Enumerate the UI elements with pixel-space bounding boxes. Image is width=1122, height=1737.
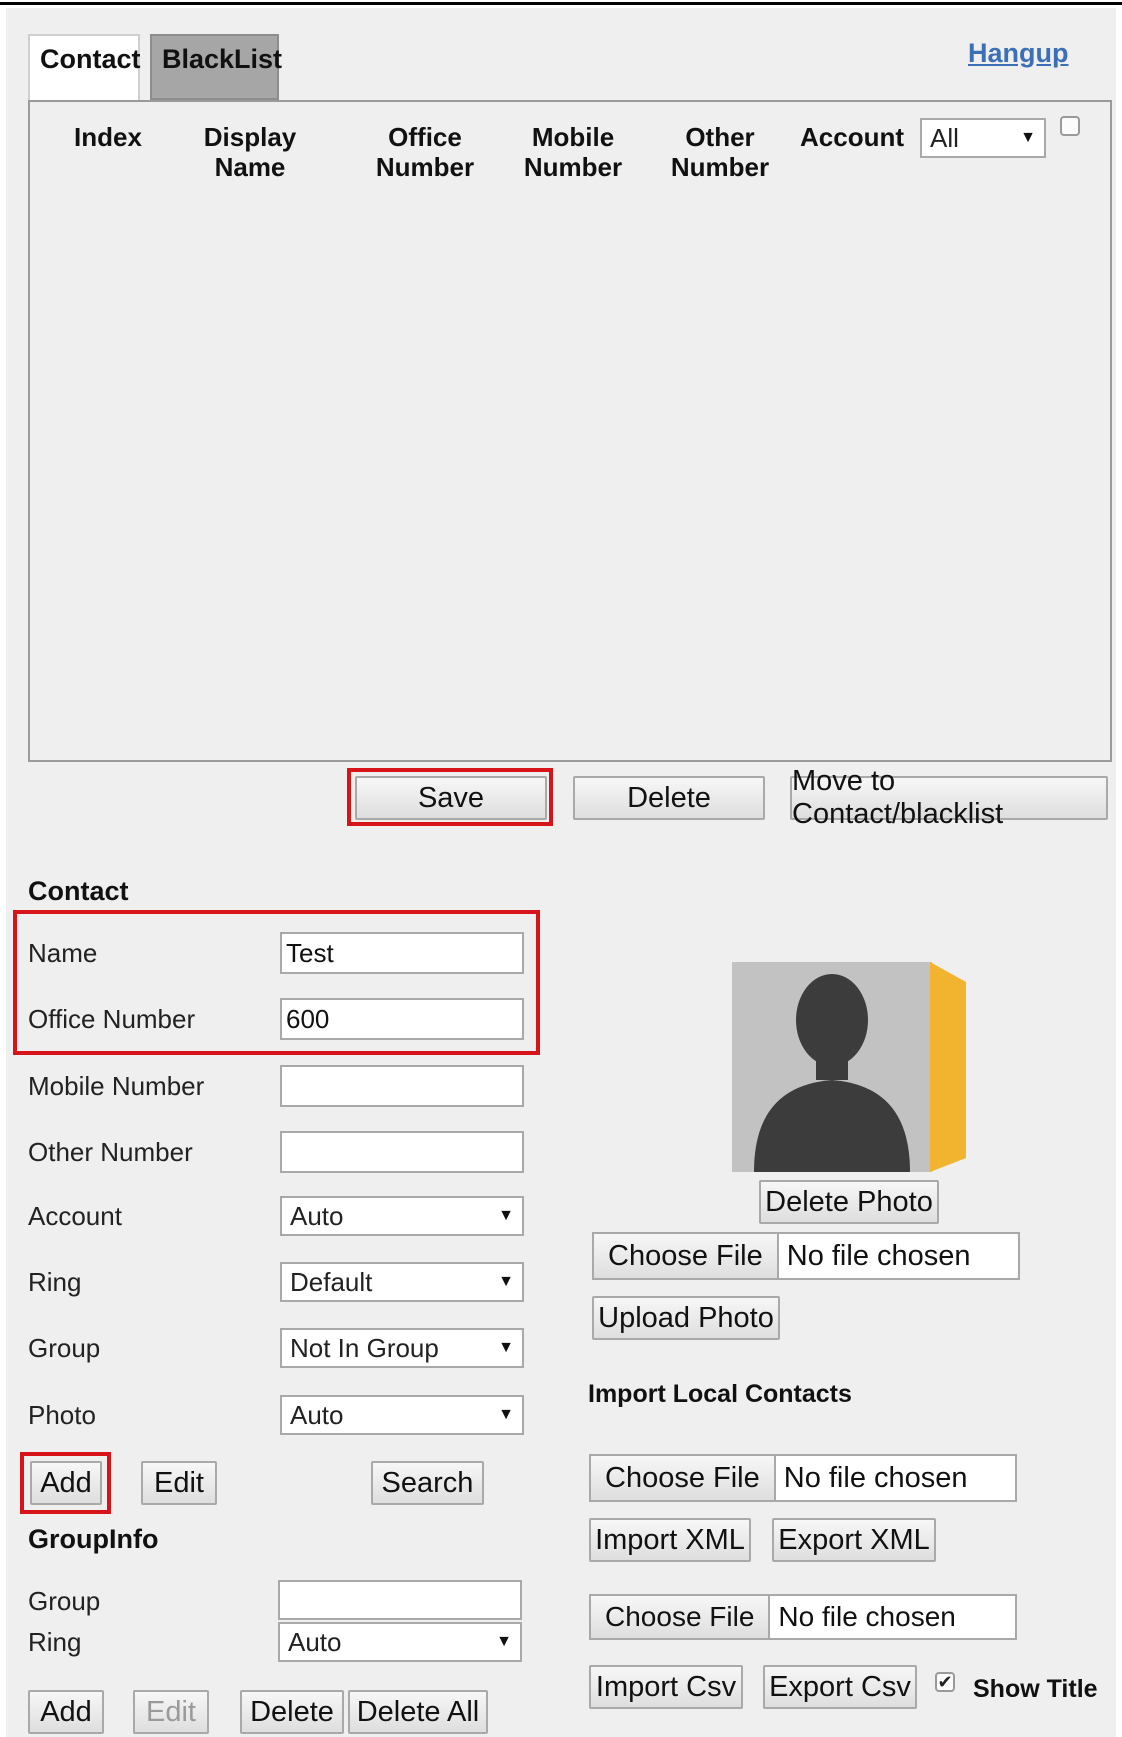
groupinfo-group-input[interactable]	[278, 1580, 522, 1620]
groupinfo-delete-all-button[interactable]: Delete All	[348, 1690, 488, 1734]
column-header-index: Index	[74, 122, 142, 152]
csv-file-input[interactable]: Choose File No file chosen	[589, 1594, 1017, 1640]
column-header-other-number: Other Number	[670, 122, 770, 182]
xml-choose-file-button[interactable]: Choose File	[591, 1456, 776, 1500]
search-contact-button[interactable]: Search	[371, 1461, 484, 1505]
groupinfo-edit-button[interactable]: Edit	[133, 1690, 209, 1734]
import-section-title: Import Local Contacts	[588, 1380, 852, 1408]
chevron-down-icon: ▼	[498, 1273, 514, 1290]
groupinfo-ring-label: Ring	[28, 1627, 82, 1657]
csv-no-file-text: No file chosen	[778, 1601, 956, 1632]
export-csv-button[interactable]: Export Csv	[763, 1665, 917, 1709]
move-to-contact-blacklist-button[interactable]: Move to Contact/blacklist	[790, 765, 1108, 830]
column-header-display-name: Display Name	[203, 122, 297, 182]
account-filter-select[interactable]: All ▼	[920, 118, 1046, 158]
chevron-down-icon: ▼	[498, 1207, 514, 1224]
import-xml-button[interactable]: Import XML	[589, 1518, 751, 1562]
photo-select-value: Auto	[290, 1399, 344, 1430]
show-title-label: Show Title	[973, 1675, 1098, 1703]
tab-contact[interactable]: Contact	[28, 34, 141, 104]
photo-select[interactable]: Auto ▼	[280, 1395, 524, 1435]
account-filter-value: All	[930, 122, 959, 153]
xml-file-input[interactable]: Choose File No file chosen	[589, 1454, 1017, 1502]
xml-no-file-text: No file chosen	[783, 1461, 968, 1494]
group-select[interactable]: Not In Group ▼	[280, 1328, 524, 1368]
groupinfo-ring-value: Auto	[288, 1626, 342, 1657]
avatar-placeholder-icon	[732, 962, 966, 1172]
chevron-down-icon: ▼	[1020, 129, 1036, 146]
mobile-number-label: Mobile Number	[28, 1071, 205, 1101]
name-office-highlight	[13, 910, 540, 1055]
mobile-number-input[interactable]	[280, 1065, 524, 1107]
csv-choose-file-button[interactable]: Choose File	[591, 1596, 771, 1638]
select-all-checkbox[interactable]	[1060, 116, 1080, 136]
photo-label: Photo	[28, 1400, 96, 1430]
groupinfo-group-label: Group	[28, 1586, 101, 1616]
account-label: Account	[28, 1201, 122, 1231]
group-select-value: Not In Group	[290, 1332, 439, 1363]
groupinfo-delete-button[interactable]: Delete	[240, 1690, 344, 1734]
photo-no-file-text: No file chosen	[786, 1239, 971, 1272]
upload-photo-button[interactable]: Upload Photo	[592, 1296, 780, 1340]
save-highlight	[347, 768, 553, 826]
edit-contact-button[interactable]: Edit	[141, 1461, 217, 1505]
import-csv-button[interactable]: Import Csv	[589, 1665, 743, 1709]
account-select[interactable]: Auto ▼	[280, 1196, 524, 1236]
delete-button[interactable]: Delete	[573, 776, 765, 820]
chevron-down-icon: ▼	[496, 1633, 512, 1650]
delete-photo-button[interactable]: Delete Photo	[759, 1180, 939, 1224]
contact-section-title: Contact	[28, 876, 129, 906]
other-number-label: Other Number	[28, 1137, 193, 1167]
groupinfo-section-title: GroupInfo	[28, 1524, 159, 1554]
photo-choose-file-button[interactable]: Choose File	[594, 1234, 779, 1278]
top-rule	[0, 2, 1122, 5]
chevron-down-icon: ▼	[498, 1406, 514, 1423]
group-label: Group	[28, 1333, 101, 1363]
photo-file-input[interactable]: Choose File No file chosen	[592, 1232, 1020, 1280]
account-select-value: Auto	[290, 1200, 344, 1231]
tab-blacklist[interactable]: BlackList	[150, 34, 282, 100]
export-xml-button[interactable]: Export XML	[772, 1518, 936, 1562]
chevron-down-icon: ▼	[498, 1339, 514, 1356]
add-highlight	[20, 1452, 111, 1514]
ring-label: Ring	[28, 1267, 82, 1297]
other-number-input[interactable]	[280, 1131, 524, 1173]
column-header-mobile-number: Mobile Number	[523, 122, 623, 182]
contact-photo	[732, 962, 966, 1172]
ring-select-value: Default	[290, 1266, 373, 1297]
ring-select[interactable]: Default ▼	[280, 1262, 524, 1302]
contact-list-panel	[28, 100, 1112, 762]
column-header-account: Account	[800, 122, 904, 152]
column-header-office-number: Office Number	[375, 122, 475, 182]
hangup-link[interactable]: Hangup	[968, 38, 1069, 69]
show-title-checkbox[interactable]: ✔	[935, 1672, 955, 1692]
groupinfo-ring-select[interactable]: Auto ▼	[278, 1622, 522, 1662]
groupinfo-add-button[interactable]: Add	[28, 1690, 104, 1734]
